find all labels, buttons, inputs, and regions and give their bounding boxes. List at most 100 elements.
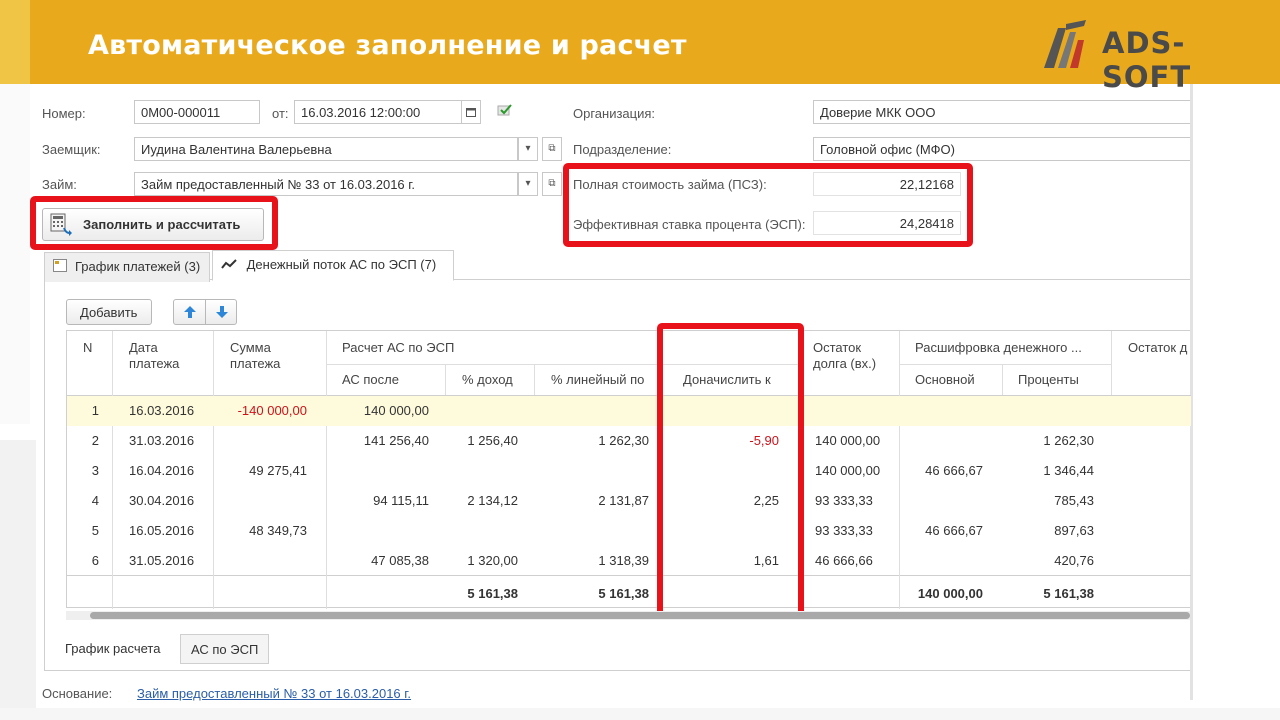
psk-esp-highlight [563, 163, 973, 247]
number-label: Номер: [42, 106, 86, 121]
cell-sum: -140 000,00 [237, 403, 307, 418]
header-pct-income: % доход [462, 372, 513, 387]
logo-mark-icon [1044, 20, 1086, 68]
slide-left-decoration-lower [0, 440, 36, 720]
cell-date: 31.05.2016 [129, 553, 195, 568]
cell-sum: 48 349,73 [249, 523, 307, 538]
tab-ac-by-esp[interactable]: АС по ЭСП [180, 634, 270, 664]
cell-n: 3 [91, 463, 99, 478]
cell-balance: 140 000,00 [815, 463, 881, 478]
header-sum: Сумма платежа [230, 340, 281, 371]
cell-n: 5 [91, 523, 99, 538]
cell-balance: 46 666,66 [815, 553, 873, 568]
organization-label: Организация: [573, 106, 656, 121]
borrower-open-button[interactable]: ⧉ [542, 137, 562, 161]
accrue-column-highlight [657, 323, 804, 617]
fill-button-highlight [30, 196, 278, 250]
cell-pct-income: 1 256,40 [467, 433, 518, 448]
cell-interest: 1 262,30 [1043, 433, 1094, 448]
basis-label: Основание: [42, 686, 113, 701]
loan-label: Займ: [42, 177, 77, 192]
slide-left-decoration [0, 84, 30, 424]
cell-ac-after: 94 115,11 [373, 493, 429, 508]
cell-principal: 46 666,67 [925, 463, 983, 478]
borrower-label: Заемщик: [42, 142, 101, 157]
cell-n: 2 [91, 433, 99, 448]
chevron-down-icon: ▾ [525, 178, 531, 189]
total-interest: 5 161,38 [1043, 586, 1094, 601]
cell-interest: 785,43 [1054, 493, 1094, 508]
header-calc-group: Расчет АС по ЭСП [342, 340, 455, 355]
add-button[interactable]: Добавить [66, 299, 152, 325]
header-interest: Проценты [1018, 372, 1079, 387]
header-accent [0, 0, 30, 84]
ads-soft-logo: ADS-SOFT [1040, 18, 1270, 94]
total-pct-income: 5 161,38 [467, 586, 518, 601]
cash-flow-table: N Дата платежа Сумма платежа Расчет АС п… [66, 330, 1191, 609]
arrow-down-icon [216, 306, 228, 318]
header-n: N [83, 340, 93, 355]
header-principal: Основной [915, 372, 975, 387]
date-field[interactable]: 16.03.2016 12:00:00 [294, 100, 462, 124]
tab-payment-schedule[interactable]: График платежей (3) [44, 252, 210, 282]
move-down-button[interactable] [205, 299, 237, 325]
table-row[interactable]: 2 31.03.2016 141 256,40 1 256,40 1 262,30 -5,… [67, 425, 1191, 455]
header-balance: Остаток долга (вх.) [813, 340, 877, 371]
cell-date: 30.04.2016 [129, 493, 195, 508]
cell-balance: 93 333,33 [815, 523, 873, 538]
cell-n: 4 [91, 493, 99, 508]
tab-cash-flow[interactable]: Денежный поток АС по ЭСП (7) [212, 250, 454, 281]
slide-bottom-edge [0, 708, 1280, 720]
table-row[interactable]: 3 16.04.2016 49 275,41 140 000,00 46 666,67 1… [67, 455, 1191, 485]
trend-chart-icon [221, 257, 241, 272]
division-label: Подразделение: [573, 142, 672, 157]
cell-principal: 46 666,67 [925, 523, 983, 538]
header-pct-linear: % линейный по [551, 372, 645, 387]
tab-label: График платежей (3) [75, 259, 201, 274]
number-field[interactable]: 0М00-000011 [134, 100, 260, 124]
cell-ac-after: 141 256,40 [363, 433, 429, 448]
cell-pct-income: 2 134,12 [467, 493, 518, 508]
horizontal-scrollbar-thumb[interactable] [90, 612, 1190, 619]
cell-sum: 49 275,41 [249, 463, 307, 478]
move-up-button[interactable] [173, 299, 206, 325]
calendar-button[interactable] [461, 100, 481, 124]
borrower-dropdown-button[interactable]: ▾ [518, 137, 538, 161]
cell-balance: 140 000,00 [815, 433, 881, 448]
cell-interest: 1 346,44 [1043, 463, 1094, 478]
logo-text: ADS-SOFT [1102, 26, 1192, 94]
cell-date: 16.03.2016 [129, 403, 195, 418]
borrower-field[interactable]: Иудина Валентина Валерьевна [134, 137, 518, 161]
basis-link[interactable]: Займ предоставленный № 33 от 16.03.2016 … [137, 686, 411, 701]
tab-schedule-calc[interactable]: График расчета [55, 634, 170, 664]
header-balance-out: Остаток д [1128, 340, 1188, 355]
cell-interest: 897,63 [1054, 523, 1094, 538]
cell-balance: 93 333,33 [815, 493, 873, 508]
cell-ac-after: 47 085,38 [371, 553, 429, 568]
header-ac-after: АС после [342, 372, 399, 387]
division-field[interactable]: Головной офис (МФО) [813, 137, 1190, 161]
chevron-down-icon: ▾ [525, 143, 531, 154]
table-row[interactable]: 5 16.05.2016 48 349,73 93 333,33 46 666,67 89… [67, 515, 1191, 545]
cell-n: 6 [91, 553, 99, 568]
loan-field[interactable]: Займ предоставленный № 33 от 16.03.2016 … [134, 172, 518, 196]
cell-ac-after: 140 000,00 [363, 403, 429, 418]
loan-dropdown-button[interactable]: ▾ [518, 172, 538, 196]
add-button-label: Добавить [80, 305, 138, 320]
arrow-up-icon [184, 306, 196, 318]
cell-date: 31.03.2016 [129, 433, 195, 448]
table-row[interactable]: 4 30.04.2016 94 115,11 2 134,12 2 131,87 2,25… [67, 485, 1191, 515]
table-row[interactable]: 6 31.05.2016 47 085,38 1 320,00 1 318,39 1,61… [67, 545, 1191, 575]
slide-title: Автоматическое заполнение и расчет [88, 30, 687, 61]
table-row[interactable]: 1 16.03.2016 -140 000,00 140 000,00 [67, 395, 1191, 425]
open-icon: ⧉ [548, 178, 556, 189]
calendar-icon [466, 108, 476, 117]
slide-right-edge [1190, 84, 1193, 700]
date-from-label: от: [272, 106, 289, 121]
cell-pct-linear: 2 131,87 [598, 493, 649, 508]
cell-pct-linear: 1 318,39 [598, 553, 649, 568]
cell-pct-income: 1 320,00 [467, 553, 518, 568]
loan-open-button[interactable]: ⧉ [542, 172, 562, 196]
total-pct-linear: 5 161,38 [598, 586, 649, 601]
organization-field[interactable]: Доверие МКК ООО [813, 100, 1190, 124]
